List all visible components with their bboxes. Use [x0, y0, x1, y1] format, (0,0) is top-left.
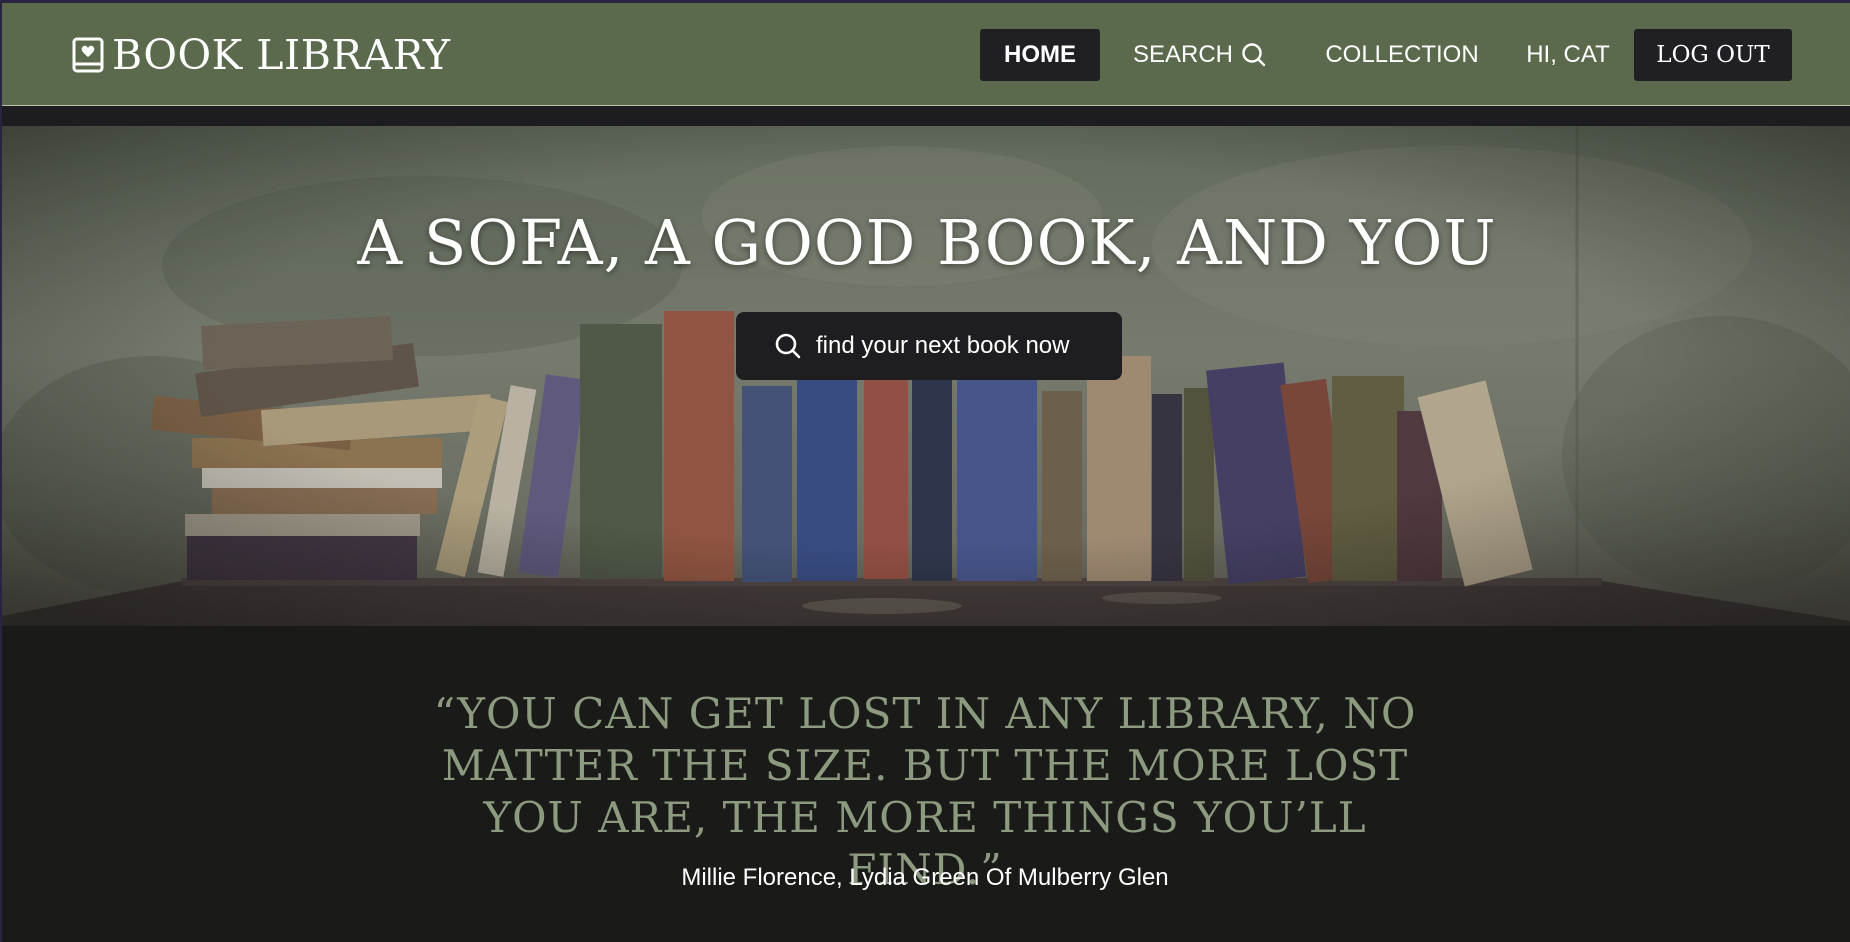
- nav-search[interactable]: SEARCH: [1130, 29, 1270, 81]
- hero-search-label: find your next book now: [816, 332, 1070, 359]
- user-greeting: HI, CAT: [1526, 41, 1610, 68]
- nav-collection[interactable]: COLLECTION: [1312, 29, 1492, 81]
- hero-banner: A SOFA, A GOOD BOOK, AND YOU find your n…: [2, 126, 1850, 626]
- logout-button[interactable]: LOG OUT: [1634, 29, 1792, 81]
- nav-home[interactable]: HOME: [980, 29, 1100, 81]
- hero-search-button[interactable]: find your next book now: [736, 312, 1122, 380]
- site-header: BOOK LIBRARY HOME SEARCH COLLECTION HI, …: [2, 3, 1850, 106]
- quote-author: Millie Florence, Lydia Green Of Mulberry…: [681, 864, 1169, 891]
- search-icon: [1242, 43, 1266, 67]
- book-heart-icon: [72, 37, 104, 73]
- header-divider-strip: [2, 106, 1850, 126]
- hero-title: A SOFA, A GOOD BOOK, AND YOU: [357, 206, 1497, 279]
- site-logo[interactable]: BOOK LIBRARY: [72, 31, 450, 79]
- nav-search-label: SEARCH: [1132, 41, 1234, 68]
- search-icon: [775, 333, 801, 359]
- logo-text: BOOK LIBRARY: [112, 31, 451, 79]
